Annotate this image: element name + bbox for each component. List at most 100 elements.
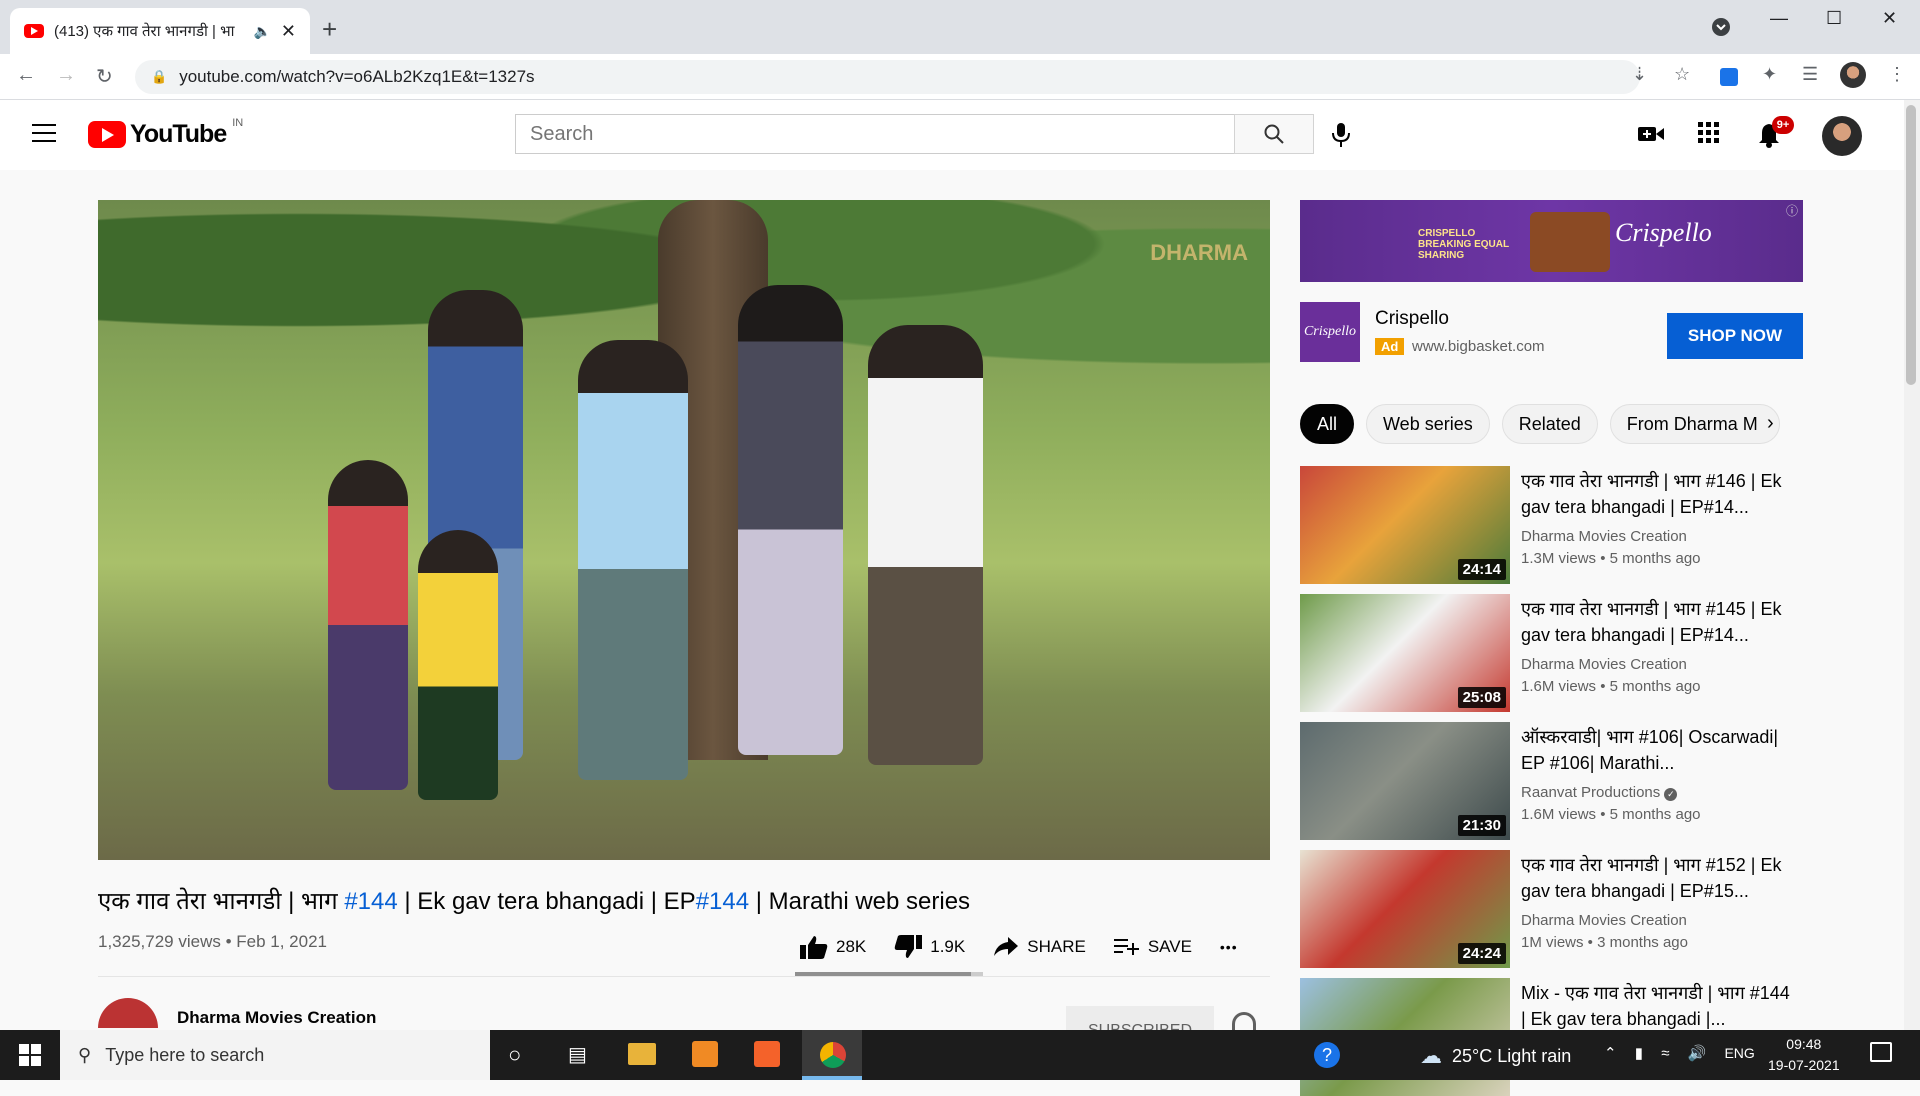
more-actions-button[interactable]: ••• (1220, 939, 1238, 955)
recommendation-title[interactable]: एक गाव तेरा भानगडी | भाग #145 | Ek gav t… (1521, 596, 1791, 648)
minimize-icon[interactable]: — (1770, 8, 1788, 29)
close-window-icon[interactable]: ✕ (1882, 8, 1897, 29)
account-avatar[interactable] (1822, 116, 1862, 156)
chevron-up-icon[interactable]: ⌃ (1604, 1045, 1617, 1062)
chip-related[interactable]: Related (1501, 404, 1598, 444)
recommendation-card[interactable]: 21:30 ऑस्करवाडी| भाग #106| Oscarwadi| EP … (1300, 722, 1810, 840)
bookmark-star-icon[interactable]: ☆ (1674, 64, 1690, 85)
like-dislike-sentiment-bar (795, 972, 983, 976)
forward-icon[interactable]: → (56, 64, 76, 87)
url-bar[interactable]: 🔒 youtube.com/watch?v=o6ALb2Kzq1E&t=1327… (135, 60, 1640, 94)
chevron-right-icon[interactable]: › (1767, 412, 1774, 435)
advertiser-name: Crispello (1375, 308, 1449, 329)
ad-banner-image[interactable]: CRISPELLO BREAKING EQUAL SHARING Crispel… (1300, 200, 1803, 282)
action-center-icon[interactable] (1870, 1042, 1892, 1062)
create-video-icon[interactable] (1638, 124, 1664, 149)
recommendation-title[interactable]: एक गाव तेरा भानगडी | भाग #152 | Ek gav t… (1521, 852, 1791, 904)
save-button[interactable]: SAVE (1113, 937, 1192, 957)
share-arrow-icon (994, 937, 1019, 956)
recommendation-channel[interactable]: Dharma Movies Creation (1521, 656, 1687, 673)
duration-badge: 21:30 (1457, 815, 1506, 836)
video-thumbnail[interactable]: 21:30 (1300, 722, 1510, 840)
hashtag-link[interactable]: #144 (344, 888, 397, 915)
chrome-menu-icon[interactable]: ⋮ (1888, 64, 1906, 85)
wifi-icon[interactable]: ≈ (1661, 1045, 1669, 1062)
tab-search-icon[interactable] (1712, 18, 1730, 41)
sublime-text-icon[interactable] (692, 1041, 718, 1067)
like-button[interactable]: 28K (800, 934, 866, 960)
share-button[interactable]: SHARE (993, 936, 1086, 958)
task-view-icon[interactable]: ▤ (568, 1042, 587, 1067)
volume-icon[interactable]: 🔊 (1688, 1045, 1707, 1062)
playlist-add-icon (1113, 939, 1139, 955)
ad-info-icon[interactable]: ⓘ (1786, 202, 1798, 219)
search-input[interactable] (530, 122, 1234, 146)
speaker-icon[interactable]: 🔈 (253, 23, 270, 40)
advertiser-logo[interactable]: Crispello (1300, 302, 1360, 362)
profile-avatar[interactable] (1840, 62, 1866, 88)
recommendation-card[interactable]: 24:24 एक गाव तेरा भानगडी | भाग #152 | Ek … (1300, 850, 1810, 968)
close-tab-icon[interactable]: ✕ (281, 21, 296, 42)
hamburger-menu-icon[interactable] (32, 124, 56, 142)
recommendation-card[interactable]: 25:08 एक गाव तेरा भानगडी | भाग #145 | Ek … (1300, 594, 1810, 712)
media-control-icon[interactable]: ☰ (1802, 64, 1818, 85)
extension-icon[interactable] (1720, 68, 1738, 86)
search-button[interactable] (1234, 114, 1314, 154)
ad-banner-brand: Crispello (1615, 218, 1712, 247)
more-dots-icon: ••• (1219, 939, 1238, 955)
recommendation-title[interactable]: Mix - एक गाव तेरा भानगडी | भाग #144 | Ek… (1521, 980, 1791, 1032)
recommendation-channel[interactable]: Raanvat Productions ✓ (1521, 784, 1678, 801)
recommendation-channel[interactable]: Dharma Movies Creation (1521, 912, 1687, 929)
clock-date: 19-07-2021 (1768, 1057, 1840, 1073)
hashtag-link[interactable]: #144 (696, 888, 749, 915)
video-thumbnail[interactable]: 25:08 (1300, 594, 1510, 712)
title-part: एक गाव तेरा भानगडी | भाग (98, 888, 345, 915)
video-thumbnail[interactable]: 24:14 (1300, 466, 1510, 584)
chocolate-bar-graphic (1530, 212, 1610, 272)
system-clock[interactable]: 09:48 19-07-2021 (1768, 1034, 1840, 1076)
advertiser-url: www.bigbasket.com (1412, 338, 1545, 355)
weather-widget[interactable]: ☁ 25°C Light rain (1420, 1043, 1571, 1069)
taskbar-search-box[interactable]: ⚲ Type here to search (60, 1030, 490, 1080)
xampp-icon[interactable] (754, 1041, 780, 1067)
dislike-button[interactable]: 1.9K (894, 934, 965, 960)
puzzle-extensions-icon[interactable]: ✦ (1762, 64, 1777, 85)
video-thumbnail[interactable]: 24:24 (1300, 850, 1510, 968)
recommendation-card[interactable]: 24:14 एक गाव तेरा भानगडी | भाग #146 | Ek … (1300, 466, 1810, 584)
recommendation-channel[interactable]: Dharma Movies Creation (1521, 528, 1687, 545)
dislike-count: 1.9K (930, 937, 966, 956)
video-player[interactable]: DHARMA (98, 200, 1270, 860)
channel-avatar[interactable] (98, 998, 158, 1028)
maximize-icon[interactable]: ☐ (1826, 8, 1842, 29)
windows-start-icon[interactable] (0, 1030, 60, 1080)
thumbs-up-icon (800, 936, 828, 959)
clock-time: 09:48 (1786, 1036, 1822, 1052)
chip-web-series[interactable]: Web series (1366, 404, 1490, 444)
reload-icon[interactable]: ↻ (96, 64, 113, 89)
new-tab-button[interactable]: + (322, 14, 337, 45)
chip-all[interactable]: All (1300, 404, 1355, 444)
battery-icon[interactable]: ▮ (1635, 1045, 1643, 1062)
recommendation-title[interactable]: एक गाव तेरा भानगडी | भाग #146 | Ek gav t… (1521, 468, 1791, 520)
search-box[interactable] (515, 114, 1235, 154)
channel-name[interactable]: Dharma Movies Creation (177, 1008, 376, 1028)
recommendation-title[interactable]: ऑस्करवाडी| भाग #106| Oscarwadi| EP #106|… (1521, 724, 1791, 776)
install-app-icon[interactable]: ⇣ (1632, 64, 1647, 85)
thumbs-down-icon (895, 935, 923, 958)
voice-search-icon[interactable] (1330, 122, 1354, 148)
scrollbar-thumb[interactable] (1906, 105, 1916, 385)
ad-badge: Ad (1375, 338, 1405, 355)
language-indicator[interactable]: ENG (1724, 1045, 1754, 1061)
file-explorer-icon[interactable] (628, 1043, 656, 1065)
like-count: 28K (836, 937, 867, 956)
chrome-taskbar-button[interactable] (802, 1030, 862, 1080)
help-icon[interactable]: ? (1314, 1042, 1340, 1068)
youtube-logo[interactable]: YouTube IN (88, 117, 243, 149)
cortana-icon[interactable]: ○ (508, 1042, 521, 1068)
browser-tab-active[interactable]: (413) एक गाव तेरा भानगडी | भा 🔈 ✕ (10, 8, 310, 54)
shop-now-button[interactable]: SHOP NOW (1667, 313, 1803, 359)
chip-from-channel[interactable]: From Dharma M (1609, 404, 1780, 444)
notification-bell-icon[interactable] (1232, 1012, 1256, 1032)
apps-grid-icon[interactable] (1698, 122, 1720, 149)
back-icon[interactable]: ← (16, 64, 36, 87)
